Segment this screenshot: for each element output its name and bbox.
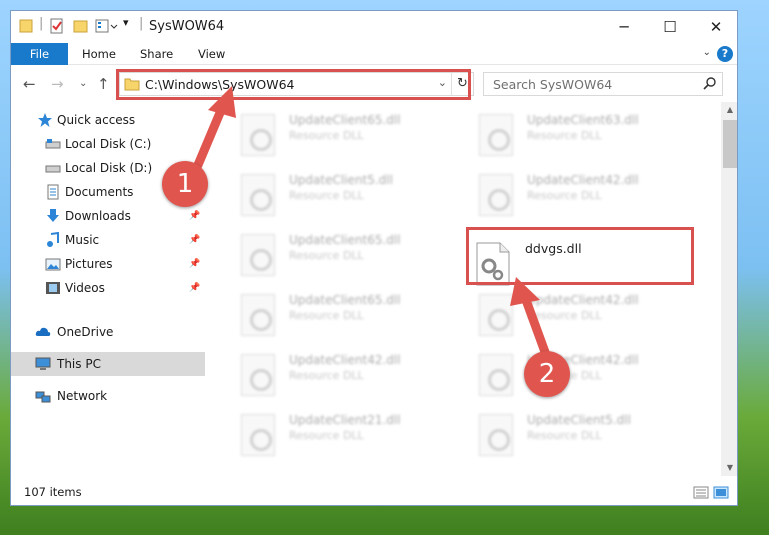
annotation-arrows (193, 86, 550, 357)
arrow-2-shaft (521, 295, 550, 357)
step-2-badge: 2 (524, 351, 570, 397)
arrow-2-head (510, 277, 540, 306)
arrow-1-shaft (193, 103, 227, 170)
step-1-badge: 1 (162, 161, 208, 207)
arrow-1-head (208, 86, 236, 118)
